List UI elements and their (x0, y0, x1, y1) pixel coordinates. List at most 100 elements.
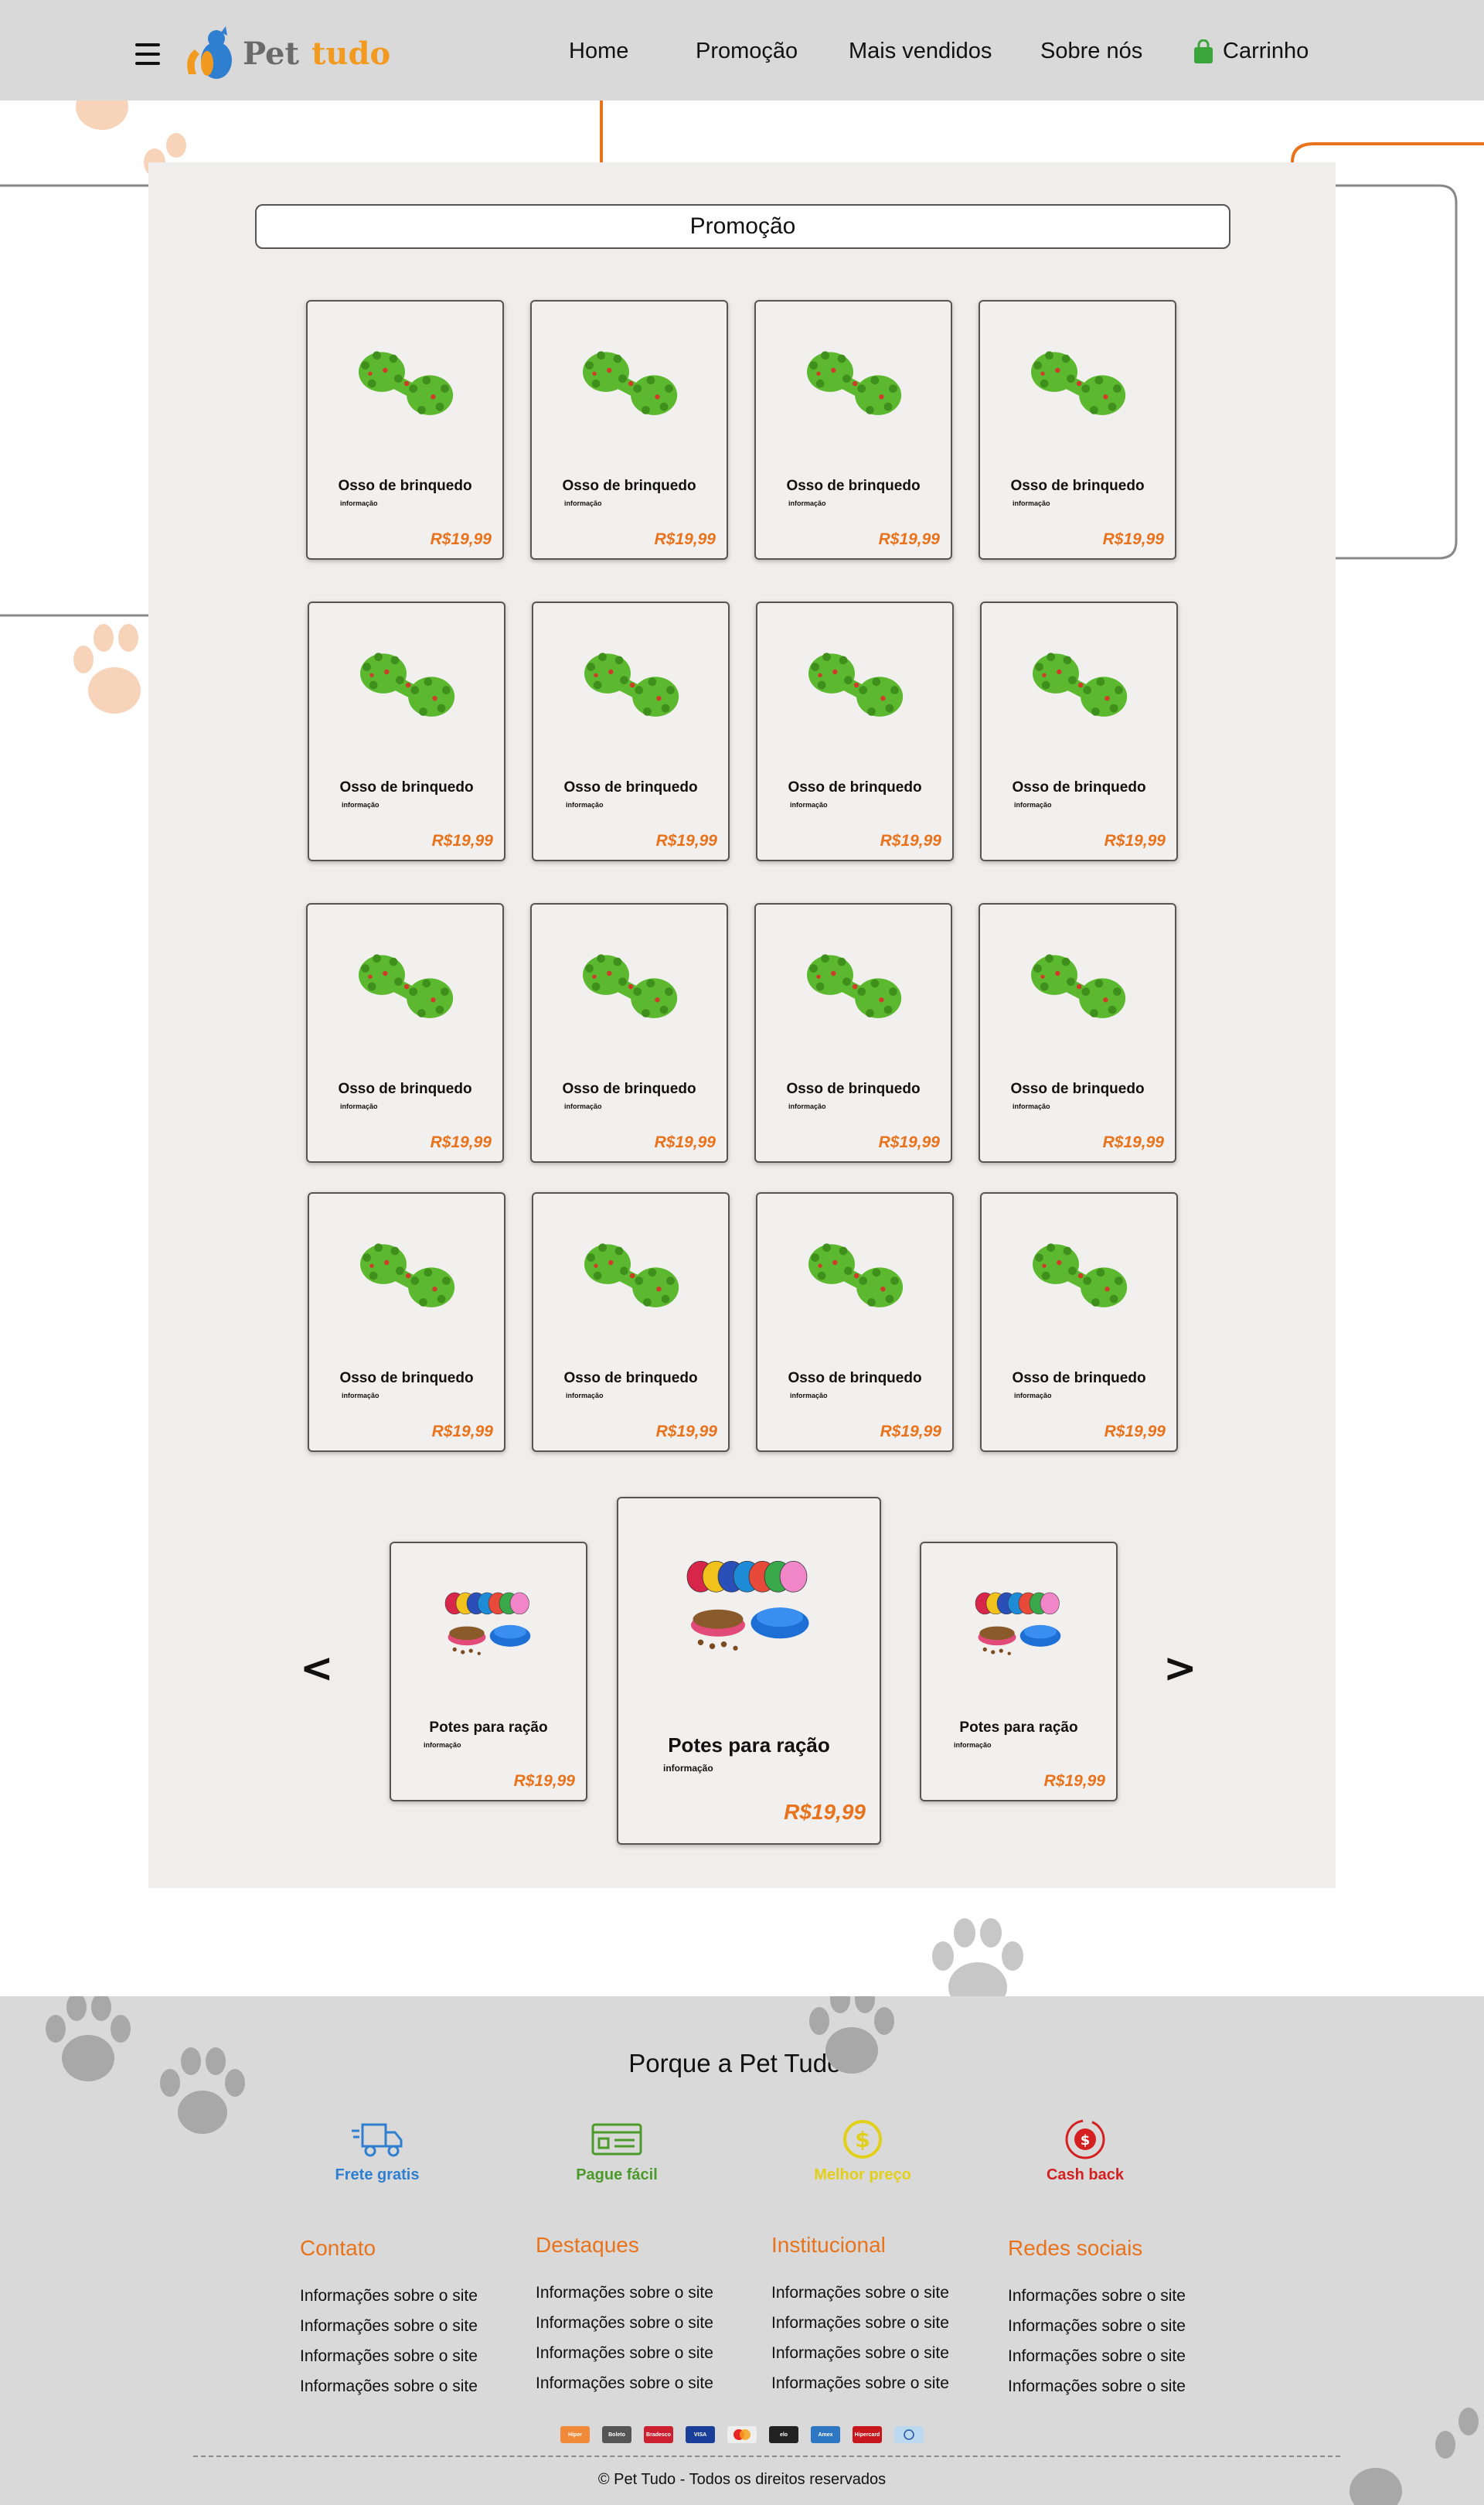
product-price: R$19,99 (880, 1423, 941, 1440)
product-name: Osso de brinquedo (1010, 1081, 1145, 1097)
feature-melhor-preco: $ Melhor preço (778, 2117, 948, 2184)
product-price: R$19,99 (784, 1800, 866, 1824)
product-info: informação (342, 1392, 380, 1399)
footer-link[interactable]: Informações sobre o site (300, 2311, 532, 2341)
pet-bowls-image (975, 1592, 1061, 1655)
footer-link[interactable]: Informações sobre o site (1008, 2311, 1240, 2341)
product-info: informação (790, 1392, 828, 1399)
product-info: informação (1013, 1103, 1050, 1110)
payment-hiper-icon: Hiper (560, 2426, 590, 2443)
footer-link[interactable]: Informações sobre o site (771, 2278, 1003, 2308)
feature-frete-gratis: Frete gratis (292, 2117, 462, 2184)
product-name: Osso de brinquedo (339, 1370, 474, 1386)
footer-link[interactable]: Informações sobre o site (771, 2308, 1003, 2338)
product-name: Osso de brinquedo (338, 478, 472, 494)
product-name: Osso de brinquedo (563, 779, 698, 796)
toy-bone-image (1031, 954, 1126, 1018)
nav-carrinho-label: Carrinho (1223, 39, 1309, 63)
toy-bone-image (807, 954, 902, 1018)
payment-mastercard-icon (727, 2426, 757, 2443)
product-name: Osso de brinquedo (562, 1081, 696, 1097)
product-card[interactable]: Osso de brinquedo informação R$19,99 (306, 300, 504, 560)
product-card[interactable]: Osso de brinquedo informação R$19,99 (980, 602, 1178, 861)
toy-bone-image (584, 1243, 679, 1307)
footer-link[interactable]: Informações sobre o site (300, 2341, 532, 2371)
product-card[interactable]: Osso de brinquedo informação R$19,99 (754, 903, 952, 1163)
carousel-next-button[interactable]: > (1163, 1645, 1197, 1692)
footer-link[interactable]: Informações sobre o site (536, 2278, 768, 2308)
product-price: R$19,99 (513, 1772, 575, 1790)
carousel-card[interactable]: Potes para ração informação R$19,99 (920, 1542, 1118, 1801)
product-name: Osso de brinquedo (786, 1081, 921, 1097)
payment-icon (591, 2123, 642, 2156)
product-name: Potes para ração (429, 1719, 548, 1736)
carousel-card[interactable]: Potes para ração informação R$19,99 (390, 1542, 587, 1801)
product-image (571, 943, 687, 1031)
payment-hipercard-icon: Hipercard (853, 2426, 882, 2443)
pet-bowls-image (686, 1560, 809, 1651)
section-title-promocao: Promoção (255, 204, 1230, 249)
paw-decoration-icon (73, 624, 141, 714)
product-image (347, 943, 463, 1031)
product-image (347, 340, 463, 428)
nav-mais-vendidos[interactable]: Mais vendidos (849, 39, 992, 64)
footer-link[interactable]: Informações sobre o site (771, 2338, 1003, 2368)
product-card[interactable]: Osso de brinquedo informação R$19,99 (530, 300, 728, 560)
payment-elo-icon: elo (769, 2426, 798, 2443)
footer-link[interactable]: Informações sobre o site (300, 2371, 532, 2401)
product-image (1019, 943, 1135, 1031)
footer-col-contato: Contato Informações sobre o site Informa… (300, 2236, 532, 2401)
product-card[interactable]: Osso de brinquedo informação R$19,99 (308, 1192, 505, 1452)
nav-promocao[interactable]: Promoção (696, 39, 798, 64)
footer-link[interactable]: Informações sobre o site (536, 2338, 768, 2368)
product-info: informação (342, 801, 380, 809)
carousel-prev-button[interactable]: < (300, 1645, 334, 1692)
product-info: informação (340, 499, 378, 507)
footer-link[interactable]: Informações sobre o site (1008, 2281, 1240, 2311)
product-image (573, 1232, 689, 1320)
product-info: informação (954, 1741, 992, 1749)
product-info: informação (1014, 1392, 1052, 1399)
product-card[interactable]: Osso de brinquedo informação R$19,99 (754, 300, 952, 560)
footer-link[interactable]: Informações sobre o site (536, 2368, 768, 2398)
toy-bone-image (1033, 1243, 1128, 1307)
payment-bradesco-icon: Bradesco (644, 2426, 673, 2443)
product-image (795, 340, 911, 428)
footer-link[interactable]: Informações sobre o site (536, 2308, 768, 2338)
product-card[interactable]: Osso de brinquedo informação R$19,99 (306, 903, 504, 1163)
product-card[interactable]: Osso de brinquedo informação R$19,99 (532, 602, 730, 861)
product-card[interactable]: Osso de brinquedo informação R$19,99 (530, 903, 728, 1163)
product-card[interactable]: Osso de brinquedo informação R$19,99 (532, 1192, 730, 1452)
product-card[interactable]: Osso de brinquedo informação R$19,99 (979, 300, 1176, 560)
pet-bowls-image (444, 1592, 531, 1655)
product-card[interactable]: Osso de brinquedo informação R$19,99 (756, 1192, 954, 1452)
feature-pague-facil: Pague fácil (532, 2117, 702, 2184)
product-card[interactable]: Osso de brinquedo informação R$19,99 (979, 903, 1176, 1163)
product-info: informação (663, 1763, 713, 1774)
nav-sobre-nos[interactable]: Sobre nós (1040, 39, 1142, 64)
coin-icon: $ (843, 2120, 882, 2159)
footer-link[interactable]: Informações sobre o site (1008, 2341, 1240, 2371)
toy-bone-image (583, 954, 678, 1018)
promo-panel: Promoção Osso de brinquedo informação R$… (148, 162, 1336, 1888)
product-name: Potes para ração (959, 1719, 1078, 1736)
nav-carrinho[interactable]: Carrinho (1193, 39, 1309, 64)
paw-decoration-icon (1350, 2408, 1479, 2505)
product-card[interactable]: Osso de brinquedo informação R$19,99 (308, 602, 505, 861)
carousel-card-active[interactable]: Potes para ração informação R$19,99 (617, 1497, 881, 1845)
footer-link[interactable]: Informações sobre o site (771, 2368, 1003, 2398)
nav-home[interactable]: Home (569, 39, 628, 64)
site-footer: Porque a Pet Tudo? Frete gratis Pague fá… (0, 1996, 1484, 2505)
toy-bone-image (1031, 351, 1126, 415)
product-info: informação (788, 1103, 826, 1110)
footer-link[interactable]: Informações sobre o site (300, 2281, 532, 2311)
product-image (571, 340, 687, 428)
product-price: R$19,99 (654, 1133, 716, 1151)
footer-col-title: Redes sociais (1008, 2236, 1143, 2260)
product-card[interactable]: Osso de brinquedo informação R$19,99 (980, 1192, 1178, 1452)
footer-col-redes-sociais: Redes sociais Informações sobre o site I… (1008, 2236, 1240, 2401)
toy-bone-image (584, 653, 679, 717)
product-card[interactable]: Osso de brinquedo informação R$19,99 (756, 602, 954, 861)
footer-link[interactable]: Informações sobre o site (1008, 2371, 1240, 2401)
product-price: R$19,99 (1104, 1423, 1166, 1440)
